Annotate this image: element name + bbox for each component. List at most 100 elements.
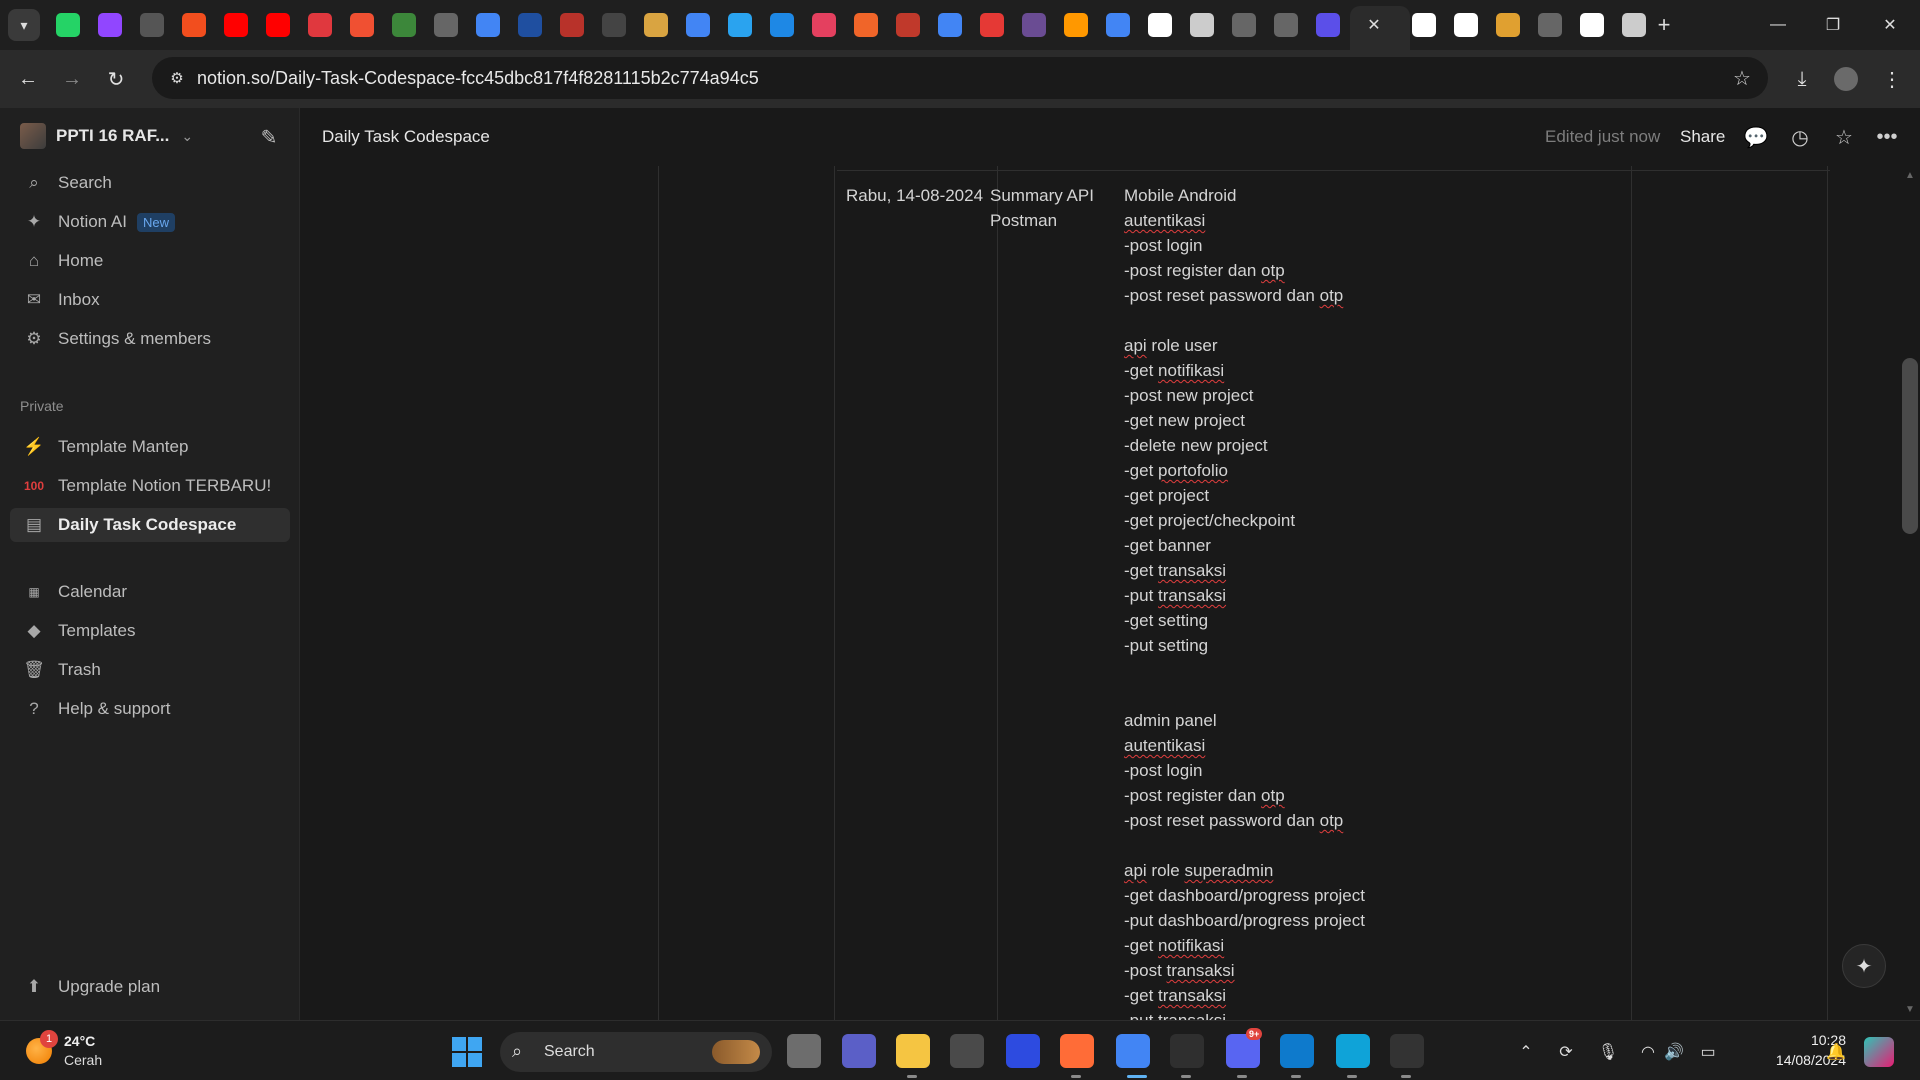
sidebar-item-templates[interactable]: ◆ Templates [10, 614, 290, 648]
app-icon[interactable] [1316, 13, 1340, 37]
postman-icon[interactable] [1060, 1034, 1094, 1068]
sidebar-item-daily-task-codespace[interactable]: ▤ Daily Task Codespace [10, 508, 290, 542]
sync-icon[interactable]: ⟳ [1554, 1040, 1578, 1064]
app-icon[interactable] [1022, 13, 1046, 37]
chatgpt-icon[interactable] [1390, 1034, 1424, 1068]
chatgpt-icon[interactable] [1622, 13, 1646, 37]
google-icon[interactable] [686, 13, 710, 37]
app-icon[interactable] [812, 13, 836, 37]
notification-bell-icon[interactable]: 🔔 [1824, 1040, 1848, 1064]
notion-ai-sparkle-button[interactable]: ✦ [1842, 944, 1886, 988]
globe-icon[interactable] [434, 13, 458, 37]
date-cell[interactable]: Rabu, 14-08-2024 [846, 183, 983, 208]
windows-start-button[interactable] [452, 1037, 482, 1067]
reload-button[interactable]: ↻ [100, 63, 132, 95]
google-icon[interactable] [476, 13, 500, 37]
battery-icon[interactable]: ▭ [1696, 1040, 1720, 1064]
scrollbar-thumb[interactable] [1902, 358, 1918, 534]
forward-button[interactable]: → [56, 63, 88, 95]
er-icon[interactable] [644, 13, 668, 37]
weather-description[interactable]: Cerah [64, 1052, 102, 1068]
scrollbar-track[interactable] [1898, 166, 1920, 1020]
more-options-icon[interactable]: ••• [1873, 123, 1901, 151]
restore-button[interactable]: ❐ [1813, 8, 1853, 42]
page-title-breadcrumb[interactable]: Daily Task Codespace [322, 127, 490, 147]
camera-icon[interactable] [950, 1034, 984, 1068]
download-icon[interactable]: ⤓ [1786, 63, 1818, 95]
app-icon[interactable] [770, 13, 794, 37]
upgrade-plan-button[interactable]: ⬆ Upgrade plan [10, 970, 290, 1004]
l-app-icon[interactable] [1006, 1034, 1040, 1068]
sidebar-item-search[interactable]: ⌕ Search [10, 166, 290, 200]
terminal-icon[interactable] [1170, 1034, 1204, 1068]
site-info-icon[interactable]: ⚙ [162, 63, 192, 93]
new-page-icon[interactable]: ✎ [256, 124, 282, 150]
wifi-icon[interactable]: ◠ [1636, 1040, 1660, 1064]
figma-icon[interactable] [182, 13, 206, 37]
dicoding-icon[interactable] [308, 13, 332, 37]
nodejs-icon[interactable] [392, 13, 416, 37]
copilot-icon[interactable] [1864, 1037, 1894, 1067]
topic-cell[interactable]: Summary API Postman [990, 183, 1094, 233]
chatgpt-icon[interactable] [1580, 13, 1604, 37]
youtube-icon[interactable] [266, 13, 290, 37]
github-icon[interactable] [1412, 13, 1436, 37]
microphone-icon[interactable]: 🎙 [1596, 1040, 1620, 1064]
sidebar-item-notion-ai[interactable]: ✦ Notion AI New [10, 205, 290, 239]
notion-icon[interactable] [1148, 13, 1172, 37]
sidebar-item-template-mantep[interactable]: ⚡ Template Mantep [10, 430, 290, 464]
app-icon[interactable] [854, 13, 878, 37]
git-icon[interactable] [350, 13, 374, 37]
sidebar-item-home[interactable]: ⌂ Home [10, 244, 290, 278]
comments-icon[interactable]: 💬 [1742, 123, 1770, 151]
close-tab-icon[interactable]: ✕ [1362, 13, 1386, 37]
profile-avatar[interactable] [1830, 63, 1862, 95]
chrome-icon[interactable] [1116, 1034, 1150, 1068]
workspace-switcher[interactable]: PPTI 16 RAF... ⌄ [10, 116, 290, 156]
app-icon[interactable] [896, 13, 920, 37]
volume-icon[interactable]: 🔊 [1662, 1040, 1686, 1064]
back-button[interactable]: ← [12, 63, 44, 95]
sidebar-item-template-notion-terbaru[interactable]: 100 Template Notion TERBARU! [10, 469, 290, 503]
globe-icon[interactable] [1274, 13, 1298, 37]
film-icon[interactable] [602, 13, 626, 37]
globe-icon[interactable] [1538, 13, 1562, 37]
discord-icon[interactable]: 9+ [1226, 1028, 1263, 1068]
bookmark-star-icon[interactable]: ☆ [1728, 64, 1756, 92]
twitch-icon[interactable] [98, 13, 122, 37]
sidebar-item-calendar[interactable]: ▦ Calendar [10, 575, 290, 609]
file-explorer-icon[interactable] [896, 1034, 930, 1068]
chatgpt-icon[interactable] [1190, 13, 1214, 37]
show-hidden-icons-chevron-icon[interactable]: ⌃ [1514, 1040, 1538, 1064]
eye-icon[interactable] [140, 13, 164, 37]
app-icon[interactable] [980, 13, 1004, 37]
sidebar-item-help[interactable]: ? Help & support [10, 692, 290, 726]
history-icon[interactable]: ◷ [1786, 123, 1814, 151]
github-icon[interactable] [1454, 13, 1478, 37]
address-bar[interactable]: ⚙ notion.so/Daily-Task-Codespace-fcc45db… [152, 57, 1768, 99]
url-text[interactable]: notion.so/Daily-Task-Codespace-fcc45dbc8… [197, 68, 759, 89]
app-icon[interactable] [1496, 13, 1520, 37]
task-cell[interactable]: Mobile Android autentikasi -post login -pos… [1124, 183, 1365, 1020]
google-icon[interactable] [1106, 13, 1130, 37]
whatsapp-icon[interactable] [56, 13, 80, 37]
app-icon[interactable] [1064, 13, 1088, 37]
task-view-icon[interactable] [787, 1034, 821, 1068]
teams-icon[interactable] [842, 1034, 876, 1068]
globe-icon[interactable] [1232, 13, 1256, 37]
bfi-icon[interactable] [518, 13, 542, 37]
browser-menu-icon[interactable]: ⋮ [1876, 63, 1908, 95]
scroll-down-arrow[interactable]: ▼ [1902, 1004, 1918, 1018]
taskbar-search-box[interactable]: ⌕ Search [500, 1032, 772, 1072]
favorite-star-icon[interactable]: ☆ [1830, 123, 1858, 151]
minimize-button[interactable]: — [1758, 8, 1798, 42]
vscode-icon[interactable] [1280, 1034, 1314, 1068]
sidebar-item-inbox[interactable]: ✉ Inbox [10, 283, 290, 317]
weather-temperature[interactable]: 24°C [64, 1033, 95, 1049]
google-icon[interactable] [938, 13, 962, 37]
edge-icon[interactable] [1336, 1034, 1370, 1068]
sidebar-item-trash[interactable]: 🗑 Trash [10, 653, 290, 687]
scroll-up-arrow[interactable]: ▲ [1902, 170, 1918, 184]
new-tab-button[interactable]: + [1652, 12, 1676, 37]
youtube-icon[interactable] [224, 13, 248, 37]
